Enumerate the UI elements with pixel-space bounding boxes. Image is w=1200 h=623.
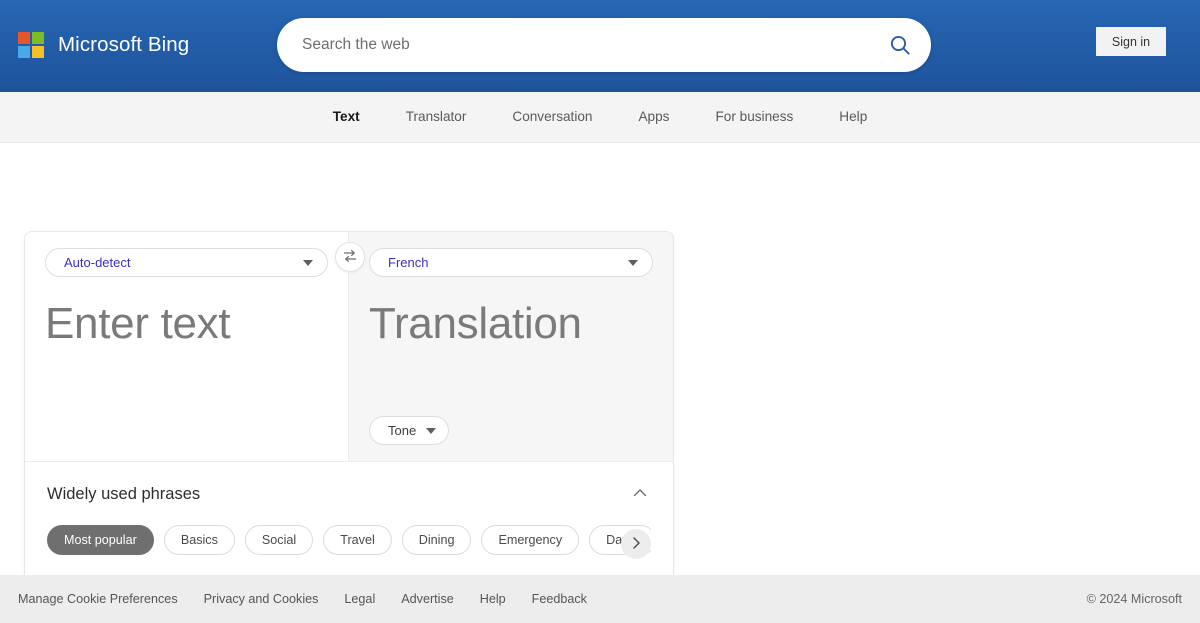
nav-item-conversation[interactable]: Conversation bbox=[489, 92, 615, 142]
target-language-dropdown[interactable]: French bbox=[369, 248, 653, 277]
chevron-down-icon bbox=[628, 259, 638, 266]
copyright-text: © 2024 Microsoft bbox=[1086, 592, 1182, 606]
nav-item-apps[interactable]: Apps bbox=[615, 92, 692, 142]
translator-card: Auto-detect Enter text French Translatio… bbox=[24, 231, 674, 623]
phrases-title: Widely used phrases bbox=[47, 485, 201, 503]
chevron-right-icon bbox=[628, 535, 644, 554]
nav-item-help[interactable]: Help bbox=[816, 92, 890, 142]
nav-item-translator[interactable]: Translator bbox=[383, 92, 490, 142]
tone-label: Tone bbox=[388, 423, 417, 438]
source-language-dropdown[interactable]: Auto-detect bbox=[45, 248, 328, 277]
brand-name: Microsoft Bing bbox=[58, 33, 190, 56]
primary-nav: Text Translator Conversation Apps For bu… bbox=[0, 92, 1200, 143]
footer-links: Manage Cookie Preferences Privacy and Co… bbox=[18, 592, 613, 606]
scroll-categories-next-button[interactable] bbox=[621, 529, 651, 559]
chip-most-popular[interactable]: Most popular bbox=[47, 525, 154, 555]
swap-arrows-icon bbox=[342, 248, 358, 267]
footer-link-manage-cookie-preferences[interactable]: Manage Cookie Preferences bbox=[18, 592, 204, 606]
collapse-phrases-button[interactable] bbox=[629, 480, 651, 509]
main-content: Auto-detect Enter text French Translatio… bbox=[0, 143, 1200, 623]
chevron-up-icon bbox=[631, 484, 649, 505]
footer-link-feedback[interactable]: Feedback bbox=[532, 592, 613, 606]
chevron-down-icon bbox=[426, 427, 437, 434]
footer-link-privacy-and-cookies[interactable]: Privacy and Cookies bbox=[204, 592, 345, 606]
footer-link-advertise[interactable]: Advertise bbox=[401, 592, 480, 606]
swap-languages-button[interactable] bbox=[335, 242, 365, 272]
page-header: Microsoft Bing Sign in bbox=[0, 0, 1200, 92]
brand-logo-link[interactable]: Microsoft Bing bbox=[18, 32, 189, 58]
tone-dropdown[interactable]: Tone bbox=[369, 416, 450, 445]
search-box[interactable] bbox=[277, 18, 931, 72]
phrase-category-chips: Most popular Basics Social Travel Dining… bbox=[47, 525, 651, 575]
chip-social[interactable]: Social bbox=[244, 525, 314, 555]
translation-output: Translation bbox=[369, 299, 582, 348]
target-pane: French Translation Tone bbox=[349, 232, 673, 461]
page-footer: Manage Cookie Preferences Privacy and Co… bbox=[0, 575, 1200, 623]
source-language-label: Auto-detect bbox=[64, 255, 131, 270]
translation-panes: Auto-detect Enter text French Translatio… bbox=[25, 232, 673, 461]
source-text-input[interactable]: Enter text bbox=[45, 299, 328, 349]
target-language-label: French bbox=[388, 255, 429, 270]
sign-in-button[interactable]: Sign in bbox=[1096, 27, 1166, 56]
search-input[interactable] bbox=[277, 36, 877, 54]
nav-item-text[interactable]: Text bbox=[310, 92, 383, 142]
chip-emergency[interactable]: Emergency bbox=[481, 525, 580, 555]
source-pane: Auto-detect Enter text bbox=[25, 232, 349, 461]
microsoft-logo-icon bbox=[18, 32, 44, 58]
chip-travel[interactable]: Travel bbox=[323, 525, 392, 555]
footer-link-help[interactable]: Help bbox=[480, 592, 532, 606]
nav-item-for-business[interactable]: For business bbox=[692, 92, 816, 142]
footer-link-legal[interactable]: Legal bbox=[344, 592, 401, 606]
search-icon bbox=[888, 33, 912, 57]
search-button[interactable] bbox=[877, 18, 931, 72]
phrases-header: Widely used phrases bbox=[47, 480, 651, 525]
chip-dining[interactable]: Dining bbox=[401, 525, 472, 555]
chevron-down-icon bbox=[303, 259, 313, 266]
chip-basics[interactable]: Basics bbox=[163, 525, 235, 555]
